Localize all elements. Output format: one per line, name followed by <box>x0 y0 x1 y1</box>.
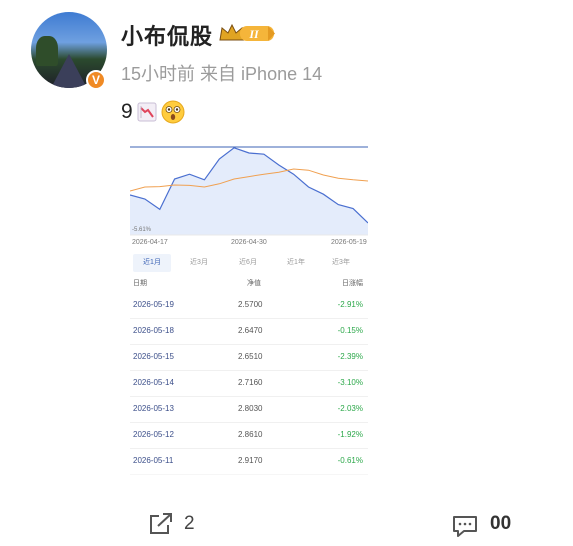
username[interactable]: 小布侃股 <box>121 19 213 51</box>
tab-1-year[interactable]: 近1年 <box>277 254 315 272</box>
table-row: 2026-05-18 2.6470 -0.15% <box>130 318 368 345</box>
row-change: -1.92% <box>337 430 363 439</box>
period-tabs: 近1月 近3月 近6月 近1年 近3年 <box>130 254 368 272</box>
x-tick: 2026-04-17 <box>132 239 168 246</box>
x-tick: 2026-04-30 <box>231 239 267 246</box>
comment-count: 00 <box>490 513 512 534</box>
row-change: -3.10% <box>337 378 363 387</box>
row-nav: 2.8610 <box>238 430 263 439</box>
table-row: 2026-05-12 2.8610 -1.92% <box>130 422 368 449</box>
table-row: 2026-05-19 2.5700 -2.91% <box>130 292 368 319</box>
share-icon <box>150 513 172 534</box>
post-text: 9 <box>121 100 185 124</box>
post-time: 15小时前 <box>121 64 196 84</box>
row-date: 2026-05-19 <box>133 300 174 309</box>
header-date: 日期 <box>133 280 147 287</box>
y-axis-label: -5.61% <box>132 227 152 233</box>
level-badge-text: II <box>248 27 260 41</box>
row-date: 2026-05-13 <box>133 404 174 413</box>
row-date: 2026-05-14 <box>133 378 174 387</box>
row-date: 2026-05-18 <box>133 326 174 335</box>
table-row: 2026-05-14 2.7160 -3.10% <box>130 370 368 397</box>
row-nav: 2.6470 <box>238 326 263 335</box>
row-change: -2.39% <box>337 352 363 361</box>
row-change: -2.03% <box>337 404 363 413</box>
row-nav: 2.5700 <box>238 300 263 309</box>
tab-6-month[interactable]: 近6月 <box>229 254 267 272</box>
row-change: -2.91% <box>337 300 363 309</box>
row-change: -0.61% <box>337 456 363 465</box>
row-date: 2026-05-11 <box>133 456 174 465</box>
header-nav: 净值 <box>247 280 261 287</box>
row-nav: 2.7160 <box>238 378 263 387</box>
post-source: 来自 iPhone 14 <box>200 64 323 84</box>
tab-3-month[interactable]: 近3月 <box>180 254 218 272</box>
post-text-value: 9 <box>121 100 133 123</box>
card-fade <box>130 467 368 485</box>
x-tick: 2026-05-19 <box>331 239 367 246</box>
header-change: 日涨幅 <box>342 280 363 287</box>
post-meta: 15小时前 来自 iPhone 14 <box>121 60 322 86</box>
astonished-face-icon <box>161 100 185 124</box>
table-row: 2026-05-15 2.6510 -2.39% <box>130 344 368 371</box>
fund-card[interactable]: -5.61% 2026-04-17 2026-04-30 2026-05-19 … <box>130 145 368 485</box>
share-button[interactable]: 2 <box>148 512 195 536</box>
chart-decreasing-icon <box>137 102 157 122</box>
avatar-road <box>51 54 87 88</box>
row-date: 2026-05-15 <box>133 352 174 361</box>
share-count: 2 <box>184 513 195 534</box>
verified-badge-icon: V <box>86 70 106 90</box>
tab-1-month[interactable]: 近1月 <box>133 254 171 272</box>
row-change: -0.15% <box>337 326 363 335</box>
tab-3-year[interactable]: 近3年 <box>322 254 360 272</box>
comment-icon <box>453 516 477 537</box>
row-nav: 2.6510 <box>238 352 263 361</box>
crown-level-badge-icon[interactable]: II <box>218 22 276 44</box>
row-date: 2026-05-12 <box>133 430 174 439</box>
row-nav: 2.8030 <box>238 404 263 413</box>
comment-button[interactable]: 00 <box>452 512 573 546</box>
row-nav: 2.9170 <box>238 456 263 465</box>
fund-line-chart: -5.61% <box>130 145 368 236</box>
table-row: 2026-05-13 2.8030 -2.03% <box>130 396 368 423</box>
